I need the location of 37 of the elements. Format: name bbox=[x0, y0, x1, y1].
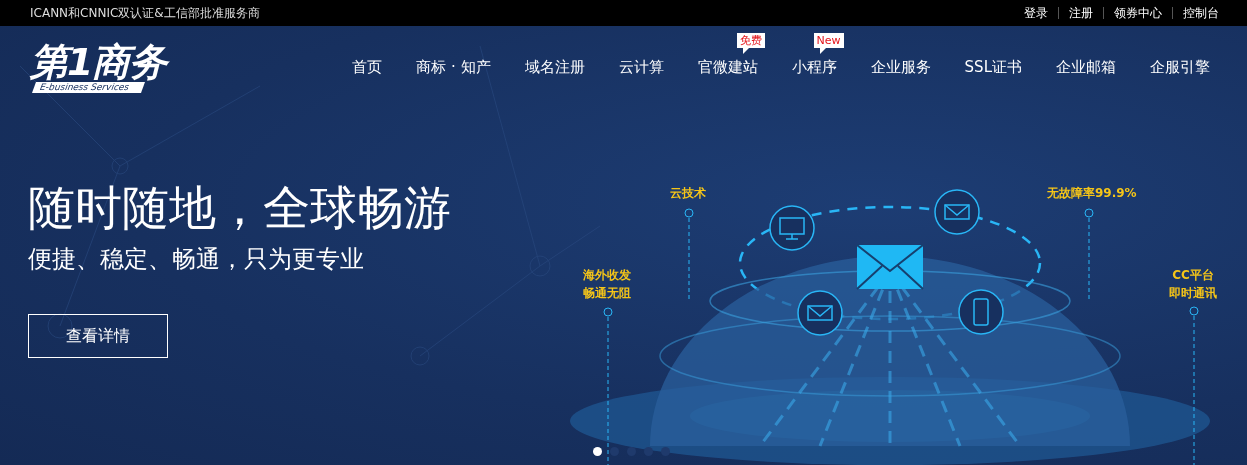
nav-link[interactable]: SSL证书 bbox=[947, 58, 1039, 76]
nav-link[interactable]: 企业服务 bbox=[853, 58, 948, 76]
nav-link[interactable]: 域名注册 bbox=[507, 58, 602, 76]
top-link[interactable]: 领券中心 bbox=[1104, 4, 1172, 22]
nav-link[interactable]: 官微建站 bbox=[680, 58, 775, 76]
banner-subtitle: 便捷、稳定、畅通，只为更专业 bbox=[28, 244, 364, 274]
monitor-icon bbox=[769, 205, 815, 251]
nav-link[interactable]: 商标 · 知产 bbox=[399, 58, 508, 76]
phone-icon bbox=[958, 289, 1004, 335]
envelope-icon bbox=[856, 244, 924, 290]
envelope-icon bbox=[934, 189, 980, 235]
notice-text: ICANN和CNNIC双认证&工信部批准服务商 bbox=[30, 4, 260, 22]
nav-link[interactable]: 企服引擎 bbox=[1133, 58, 1227, 76]
slide-dot[interactable] bbox=[627, 447, 636, 456]
nav-link[interactable]: 首页 bbox=[335, 58, 400, 76]
pin-marker-icon bbox=[1084, 208, 1094, 302]
feature-label: 海外收发 畅通无阻 bbox=[583, 267, 631, 302]
top-link[interactable]: 登录 bbox=[1014, 4, 1058, 22]
pin-marker-icon bbox=[1189, 306, 1199, 465]
nav-link[interactable]: 企业邮箱 bbox=[1039, 58, 1133, 76]
feature-label: 云技术 bbox=[670, 185, 706, 202]
feature-label: CC平台 即时通讯 bbox=[1169, 267, 1217, 302]
top-link[interactable]: 注册 bbox=[1059, 4, 1103, 22]
pin-marker-icon bbox=[603, 307, 613, 465]
logo-tagline: E-business Services bbox=[32, 81, 145, 93]
pin-marker-icon bbox=[684, 208, 694, 302]
nav-link[interactable]: 云计算 bbox=[601, 58, 681, 76]
slide-dot[interactable] bbox=[661, 447, 670, 456]
details-button[interactable]: 查看详情 bbox=[28, 314, 168, 358]
slide-dot[interactable] bbox=[644, 447, 653, 456]
envelope-icon bbox=[797, 290, 843, 336]
top-link[interactable]: 控制台 bbox=[1173, 4, 1229, 22]
slide-dot[interactable] bbox=[610, 447, 619, 456]
nav-link[interactable]: 小程序 bbox=[774, 58, 854, 76]
feature-label: 无故障率99.9% bbox=[1047, 185, 1137, 202]
banner-title: 随时随地，全球畅游 bbox=[28, 182, 451, 234]
slide-dot[interactable] bbox=[593, 447, 602, 456]
